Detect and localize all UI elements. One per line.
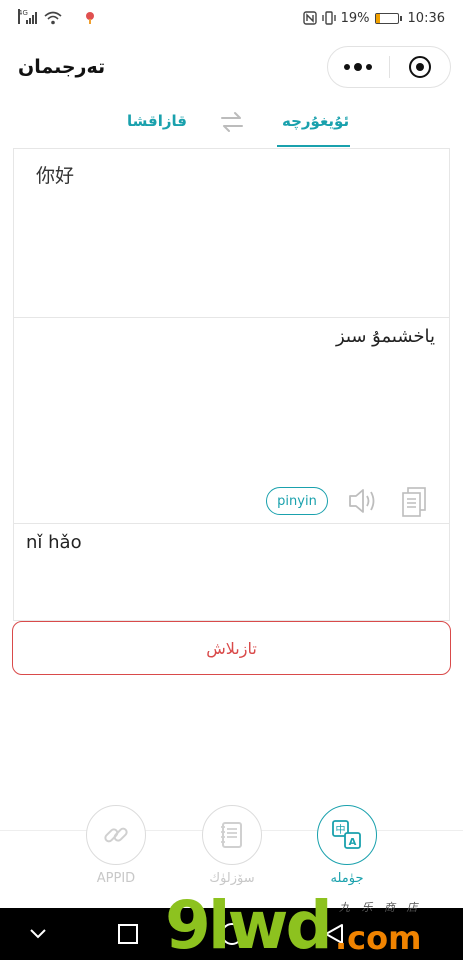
battery-icon	[374, 12, 402, 24]
translate-icon: 中 A	[317, 805, 377, 865]
tab-label-appid: APPID	[96, 871, 136, 886]
vibrate-icon	[321, 11, 336, 25]
svg-text:A: A	[349, 837, 357, 848]
source-language-tab[interactable]: قازاقشا	[127, 112, 187, 130]
pinyin-button[interactable]: pinyin	[266, 487, 328, 515]
battery-fill	[375, 13, 380, 23]
network-type: 4G	[18, 9, 28, 24]
output-panel: ياخشىمۇ سىز pinyin	[13, 317, 450, 524]
tab-dictionary[interactable]: سۆزلۈك	[192, 805, 272, 886]
copy-icon[interactable]	[400, 486, 428, 518]
tab-label-dictionary: سۆزلۈك	[209, 871, 255, 886]
active-tab-underline	[277, 145, 350, 147]
link-icon	[86, 805, 146, 865]
mini-program-capsule	[327, 46, 451, 88]
nfc-icon	[302, 11, 317, 25]
battery-percent: 19%	[340, 10, 370, 26]
output-text: ياخشىمۇ سىز	[336, 326, 435, 347]
app-header: تەرجىمان	[0, 36, 463, 100]
wifi-icon	[44, 11, 62, 25]
input-text[interactable]: 你好	[36, 161, 74, 188]
pinyin-panel: nǐ hǎo	[13, 523, 450, 621]
page-title: تەرجىمان	[18, 56, 106, 78]
pinyin-text: nǐ hǎo	[26, 532, 82, 553]
clock: 10:36	[407, 10, 445, 26]
notebook-icon	[202, 805, 262, 865]
speaker-icon[interactable]	[347, 486, 379, 516]
clear-button[interactable]: تازىلاش	[12, 621, 451, 675]
chevron-down-icon[interactable]	[28, 924, 48, 944]
more-dots-icon[interactable]	[328, 47, 389, 87]
watermark: 9lwd 九 乐 商 店 .com	[165, 893, 455, 960]
language-selector: قازاقشا ئۇيغۇرچە	[0, 100, 463, 148]
svg-text:中: 中	[336, 823, 346, 836]
input-panel[interactable]: 你好	[13, 148, 450, 318]
tab-appid[interactable]: APPID	[76, 805, 156, 886]
swap-arrows-icon[interactable]	[220, 111, 244, 133]
tab-sentence[interactable]: 中 A جۈملە	[307, 805, 387, 886]
watermark-caption: 九 乐 商 店	[339, 901, 422, 914]
status-bar: 4G 19% 10:36	[0, 0, 463, 36]
location-icon	[86, 12, 94, 24]
watermark-logo: 9lwd	[165, 887, 333, 960]
signal-icon: 4G	[18, 9, 38, 24]
target-language-tab[interactable]: ئۇيغۇرچە	[282, 112, 349, 130]
square-icon[interactable]	[118, 924, 138, 944]
tab-label-sentence: جۈملە	[330, 871, 364, 886]
target-icon[interactable]	[390, 47, 451, 87]
watermark-domain: .com	[335, 919, 422, 957]
